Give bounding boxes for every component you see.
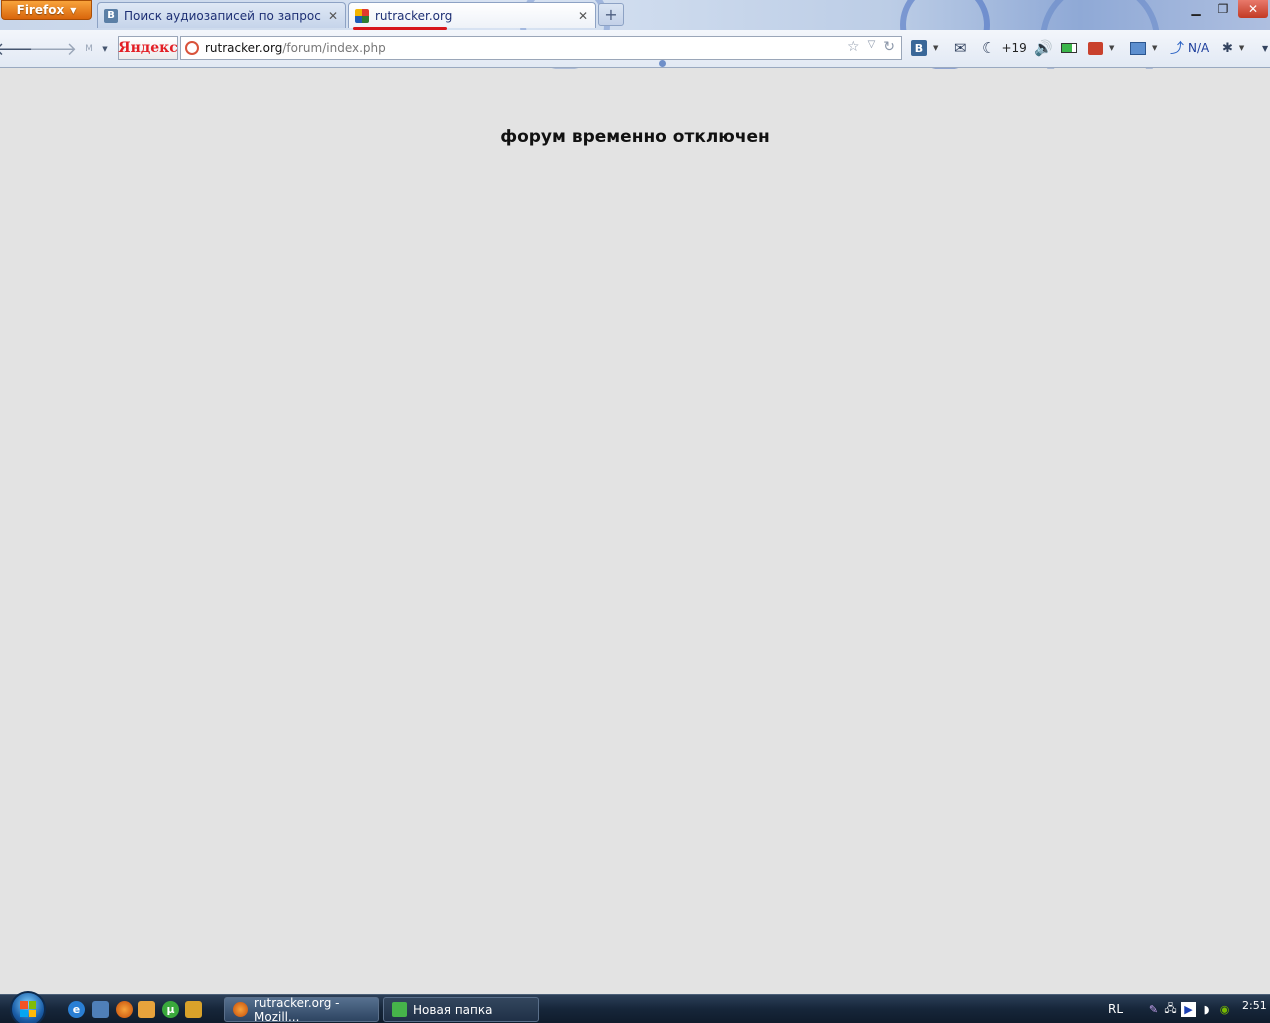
utorrent-icon[interactable]: µ bbox=[162, 1001, 179, 1018]
chevron-down-icon: ▼ bbox=[1109, 44, 1115, 52]
firefox-menu-label: Firefox bbox=[16, 3, 65, 17]
show-desktop-icon[interactable] bbox=[92, 1001, 109, 1018]
chevron-down-icon: ▼ bbox=[1262, 43, 1269, 53]
translate-icon bbox=[1088, 41, 1103, 55]
system-clock[interactable]: 2:51 bbox=[1242, 999, 1267, 1012]
messenger-icon[interactable] bbox=[138, 1001, 155, 1018]
firefox-menu-button[interactable]: Firefox ▼ bbox=[1, 0, 92, 20]
firefox-icon[interactable] bbox=[116, 1001, 133, 1018]
plus-icon: + bbox=[604, 5, 618, 24]
chevron-down-icon: ▼ bbox=[102, 45, 108, 53]
tab-label: Поиск аудиозаписей по запросу ме... bbox=[124, 8, 321, 23]
chevron-down-icon: ▼ bbox=[70, 5, 77, 15]
url-path: /forum/index.php bbox=[282, 41, 386, 55]
monitor-icon bbox=[1130, 41, 1146, 55]
chart-line-icon: ⤴ bbox=[1170, 41, 1184, 57]
address-bar[interactable]: rutracker.org/forum/index.php ☆ ▽ ↻ bbox=[180, 36, 902, 60]
folder-icon bbox=[392, 1002, 407, 1017]
addon-button[interactable]: ✱ ▼ bbox=[1222, 39, 1244, 57]
vk-logo-icon: B bbox=[911, 40, 927, 56]
mail-button[interactable]: ✉ bbox=[954, 39, 967, 57]
envelope-icon: ✉ bbox=[954, 39, 967, 57]
page-content: форум временно отключен bbox=[0, 69, 1270, 994]
notification-count: +19 bbox=[1001, 41, 1027, 55]
back-button[interactable]: 🡐 bbox=[0, 38, 42, 60]
restore-icon: ❐ bbox=[1217, 2, 1229, 16]
overflow-button[interactable]: ▼ bbox=[1262, 39, 1268, 57]
battery-meter-icon bbox=[1061, 43, 1077, 53]
yandex-search-button[interactable]: Яндекс bbox=[118, 36, 178, 60]
download-speed-button[interactable] bbox=[1061, 39, 1077, 57]
navigation-toolbar: 🡐 🡒 M ▼ Яндекс rutracker.org/forum/index… bbox=[0, 30, 1270, 68]
volume-button[interactable]: 🔊 bbox=[1034, 39, 1053, 57]
taskbar-item-label: Новая папка bbox=[413, 1002, 493, 1017]
minimize-button[interactable]: ▁ bbox=[1184, 0, 1208, 18]
bookmark-star-icon[interactable]: ☆ bbox=[847, 39, 860, 55]
speaker-icon: 🔊 bbox=[1034, 39, 1053, 57]
chevron-down-icon[interactable]: ▽ bbox=[868, 39, 876, 55]
start-button[interactable] bbox=[10, 991, 46, 1023]
chevron-down-icon: ▼ bbox=[1152, 44, 1158, 52]
sound-tray-icon[interactable]: ◗ bbox=[1199, 1002, 1214, 1017]
firefox-icon bbox=[233, 1002, 248, 1017]
nvidia-tray-icon[interactable]: ◉ bbox=[1217, 1002, 1232, 1017]
windows-taskbar: e µ rutracker.org - Mozill... Новая папк… bbox=[0, 991, 1270, 1023]
taskbar-item-label: rutracker.org - Mozill... bbox=[254, 995, 340, 1023]
history-dropdown-button[interactable]: ▼ bbox=[98, 38, 112, 60]
tab-rutracker[interactable]: rutracker.org ✕ bbox=[348, 2, 596, 30]
windows-logo-icon bbox=[20, 1001, 36, 1017]
close-window-button[interactable]: ✕ bbox=[1238, 0, 1268, 18]
maximize-button[interactable]: ❐ bbox=[1211, 0, 1235, 18]
site-identity-icon[interactable] bbox=[185, 41, 199, 55]
media-player-icon[interactable] bbox=[185, 1001, 202, 1018]
yandex-logo-icon: Яндекс bbox=[118, 40, 178, 56]
new-tab-button[interactable]: + bbox=[598, 3, 624, 26]
moon-icon: ☾ bbox=[982, 39, 996, 57]
vk-favicon-icon: B bbox=[104, 8, 118, 23]
url-host: rutracker.org bbox=[205, 41, 283, 55]
vk-toolbar-button[interactable]: B ▼ bbox=[911, 39, 938, 57]
taskbar-item-firefox[interactable]: rutracker.org - Mozill... bbox=[224, 995, 379, 1023]
language-indicator[interactable]: RL bbox=[1108, 1002, 1123, 1016]
close-icon[interactable]: ✕ bbox=[577, 9, 589, 23]
media-tray-icon[interactable]: ▶ bbox=[1181, 1002, 1196, 1017]
history-button[interactable]: M bbox=[78, 38, 100, 60]
screenshot-button[interactable]: ▼ bbox=[1130, 39, 1157, 57]
weather-button[interactable]: ⤴ N/A bbox=[1170, 39, 1209, 57]
taskbar-item-folder[interactable]: Новая папка bbox=[383, 997, 539, 1022]
network-tray-icon[interactable]: 🖧 bbox=[1163, 1002, 1178, 1017]
forum-disabled-message: форум временно отключен bbox=[500, 127, 770, 147]
translate-button[interactable]: ▼ bbox=[1088, 39, 1114, 57]
chevron-down-icon: ▼ bbox=[1238, 44, 1245, 52]
puzzle-icon: ✱ bbox=[1222, 40, 1233, 56]
address-bar-tools: ☆ ▽ ↻ bbox=[847, 39, 895, 55]
tab-vk-audio-search[interactable]: B Поиск аудиозаписей по запросу ме... ✕ bbox=[97, 2, 346, 28]
close-icon[interactable]: ✕ bbox=[327, 9, 339, 23]
close-icon: ✕ bbox=[1247, 2, 1259, 16]
loading-indicator bbox=[659, 60, 666, 67]
rutracker-favicon-icon bbox=[355, 8, 369, 23]
minimize-icon: ▁ bbox=[1191, 2, 1201, 16]
history-icon: M bbox=[85, 44, 93, 54]
tab-label: rutracker.org bbox=[375, 8, 453, 23]
arrow-right-icon: 🡒 bbox=[28, 38, 78, 60]
reload-icon[interactable]: ↻ bbox=[883, 39, 895, 55]
forward-button[interactable]: 🡒 bbox=[29, 38, 77, 60]
pen-tray-icon[interactable]: ✎ bbox=[1146, 1002, 1161, 1017]
browser-tab-strip: Firefox ▼ B Поиск аудиозаписей по запрос… bbox=[0, 0, 1270, 100]
weather-label: N/A bbox=[1188, 41, 1210, 55]
internet-explorer-icon[interactable]: e bbox=[68, 1001, 85, 1018]
notifications-button[interactable]: ☾ +19 bbox=[982, 39, 1027, 57]
chevron-down-icon: ▼ bbox=[933, 44, 939, 52]
